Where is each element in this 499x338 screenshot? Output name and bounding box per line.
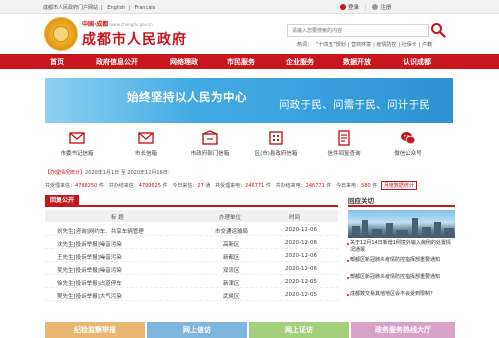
table-header: 标 题 办理单位 时间 xyxy=(45,210,338,222)
table-row[interactable]: 吴先生[投诉举报]噪音污染 双流区 2020-12-06 xyxy=(45,264,338,275)
stat-value: 4799625 xyxy=(138,183,161,189)
nav-item-about-chengdu[interactable]: 认识成都 xyxy=(403,57,431,67)
top-link-french[interactable]: Francais xyxy=(135,5,156,11)
focus-panel: 回应关切 关于12月14日新增1例境外输入病例的处置情况通报 郫都区新冠肺炎疫情… xyxy=(347,195,455,315)
hotword-item[interactable]: 疫情防控 xyxy=(376,42,396,48)
login-link[interactable]: 登录 xyxy=(348,5,359,11)
reply-public-panel: 回复公开 标 题 办理单位 时间 刘先生[咨询]网约车、共享车辆管理 市交通运输局… xyxy=(45,195,338,315)
user-icon xyxy=(340,4,346,10)
account-links: 登录 | 注册 xyxy=(340,3,391,11)
quick-link-mayor-mailbox[interactable]: 市长信箱 xyxy=(116,130,176,160)
nav-item-home[interactable]: 首页 xyxy=(50,57,64,67)
stat-value: 4788250 xyxy=(75,183,98,189)
nav-item-online-governance[interactable]: 网络理政 xyxy=(170,57,198,67)
hotword-item[interactable]: 营商环境 xyxy=(351,42,371,48)
hotword-item[interactable]: 社保卡 xyxy=(402,42,417,48)
news-item[interactable]: 郫都区新冠肺炎疫情防控指挥部重要通知 xyxy=(347,274,454,281)
focus-title: 回应关切 xyxy=(348,195,455,207)
online-petition-button[interactable]: 网上信访 xyxy=(147,322,247,338)
search-input[interactable] xyxy=(292,27,412,35)
site-subtitle: 中国·成都 www.chengdu.gov.cn xyxy=(82,21,153,28)
city-logo[interactable] xyxy=(44,17,78,51)
news-item[interactable]: 关于12月14日新增1例境外输入病例的处置情况通报 xyxy=(347,240,454,254)
news-item[interactable]: 郫都区新冠肺炎疫情防控指挥部重要通知 xyxy=(347,257,454,264)
register-icon xyxy=(372,4,379,10)
building-icon xyxy=(269,131,283,145)
wechat-icon xyxy=(401,132,416,145)
mail-open-icon xyxy=(202,130,218,145)
hotwords: 热词： “十四五”规划 | 营商环境 | 疫情防控 | 社保卡 | 户籍 xyxy=(297,42,432,48)
table-row[interactable]: 沈先生[投诉举报]噪音污染 高新区 2020-12-06 xyxy=(45,238,338,249)
col-date: 时间 xyxy=(289,215,301,221)
main-nav: 首页 政府信息公开 网络理政 市民服务 企业服务 数据开放 认识成都 xyxy=(0,54,499,69)
table-row[interactable]: 徐先生[投诉举报]占道停车 新津区 2020-12-05 xyxy=(45,277,338,288)
top-link-english[interactable]: English xyxy=(107,5,125,11)
table-row[interactable]: 樊先生[投诉举报]大气污染 武侯区 2020-12-05 xyxy=(45,290,338,301)
news-item[interactable]: 成都数交易其他地区会不会受到限制？ xyxy=(347,291,454,298)
quick-link-reply-query[interactable]: 信件回复查询 xyxy=(314,130,374,160)
quick-link-district-gov-mailbox[interactable]: 区(市)县政府信箱 xyxy=(246,130,306,160)
nav-item-gov-info[interactable]: 政府信息公开 xyxy=(96,57,138,67)
site-title[interactable]: 成都市人民政府 xyxy=(82,29,187,49)
search-icon[interactable] xyxy=(430,22,446,38)
stat-value: 246771 xyxy=(245,183,265,189)
site-header: 中国·成都www.chengdu.gov.cn 成都市人民政府 热词： “十四五… xyxy=(0,14,499,54)
nav-item-open-data[interactable]: 数据开放 xyxy=(343,57,371,67)
online-visit-button[interactable]: 网上证访 xyxy=(249,322,349,338)
hotword-item[interactable]: “十四五”规划 xyxy=(316,42,346,48)
nav-item-citizen-service[interactable]: 市民服务 xyxy=(227,57,255,67)
table-row[interactable]: 刘先生[咨询]网约车、共享车辆管理 市交通运输局 2020-12-06 xyxy=(45,225,338,236)
document-icon xyxy=(338,130,350,146)
service-hotline-button[interactable]: 政务服务热线大厅 xyxy=(351,322,455,338)
stat-value: 580 xyxy=(361,183,371,189)
quick-link-party-secretary-mailbox[interactable]: 市委书记信箱 xyxy=(47,130,107,160)
stats-summary: 【办理情况统计】2020年1月1日 至 2020年12月16日： xyxy=(45,170,173,176)
top-utility-bar: 成都市人民政府门户网站 | English | Francais 登录 | 注册 xyxy=(0,0,499,14)
stats-numbers: 共受理来信：4788250 件 共办结来信：4799625 件 今日来信：27 … xyxy=(45,181,455,190)
top-link-portal[interactable]: 成都市人民政府门户网站 xyxy=(43,5,98,11)
top-links: 成都市人民政府门户网站 | English | Francais xyxy=(43,5,156,11)
monthly-stats-button[interactable]: 月度数据统计 xyxy=(380,181,417,190)
stat-value: 246771 xyxy=(305,183,325,189)
nav-item-enterprise-service[interactable]: 企业服务 xyxy=(286,57,314,67)
discipline-report-button[interactable]: 纪检监察举报 xyxy=(45,322,145,338)
quick-link-gov-dept-mailbox[interactable]: 市政府部门信箱 xyxy=(180,130,240,160)
table-row[interactable]: 王先生[投诉举报]噪音污染 新都区 2020-12-06 xyxy=(45,251,338,262)
envelope-icon xyxy=(138,132,154,144)
tab-reply-public[interactable]: 回复公开 xyxy=(45,195,79,207)
quick-link-wechat[interactable]: 微信公众号 xyxy=(378,130,438,160)
mail-icon xyxy=(69,132,85,144)
city-skyline-image[interactable] xyxy=(348,210,455,238)
banner-subline: 问政于民、问需于民、问计于民 xyxy=(279,99,431,111)
hero-banner: 始终坚持以人民为中心 问政于民、问需于民、问计于民 xyxy=(45,78,453,123)
banner-slogan: 始终坚持以人民为中心 xyxy=(127,90,247,104)
col-title: 标 题 xyxy=(111,215,124,221)
col-dept: 办理单位 xyxy=(219,215,242,221)
search-box xyxy=(287,24,429,37)
stat-value: 27 xyxy=(197,183,204,189)
hotword-item[interactable]: 户籍 xyxy=(422,42,432,48)
register-link[interactable]: 注册 xyxy=(380,5,391,11)
